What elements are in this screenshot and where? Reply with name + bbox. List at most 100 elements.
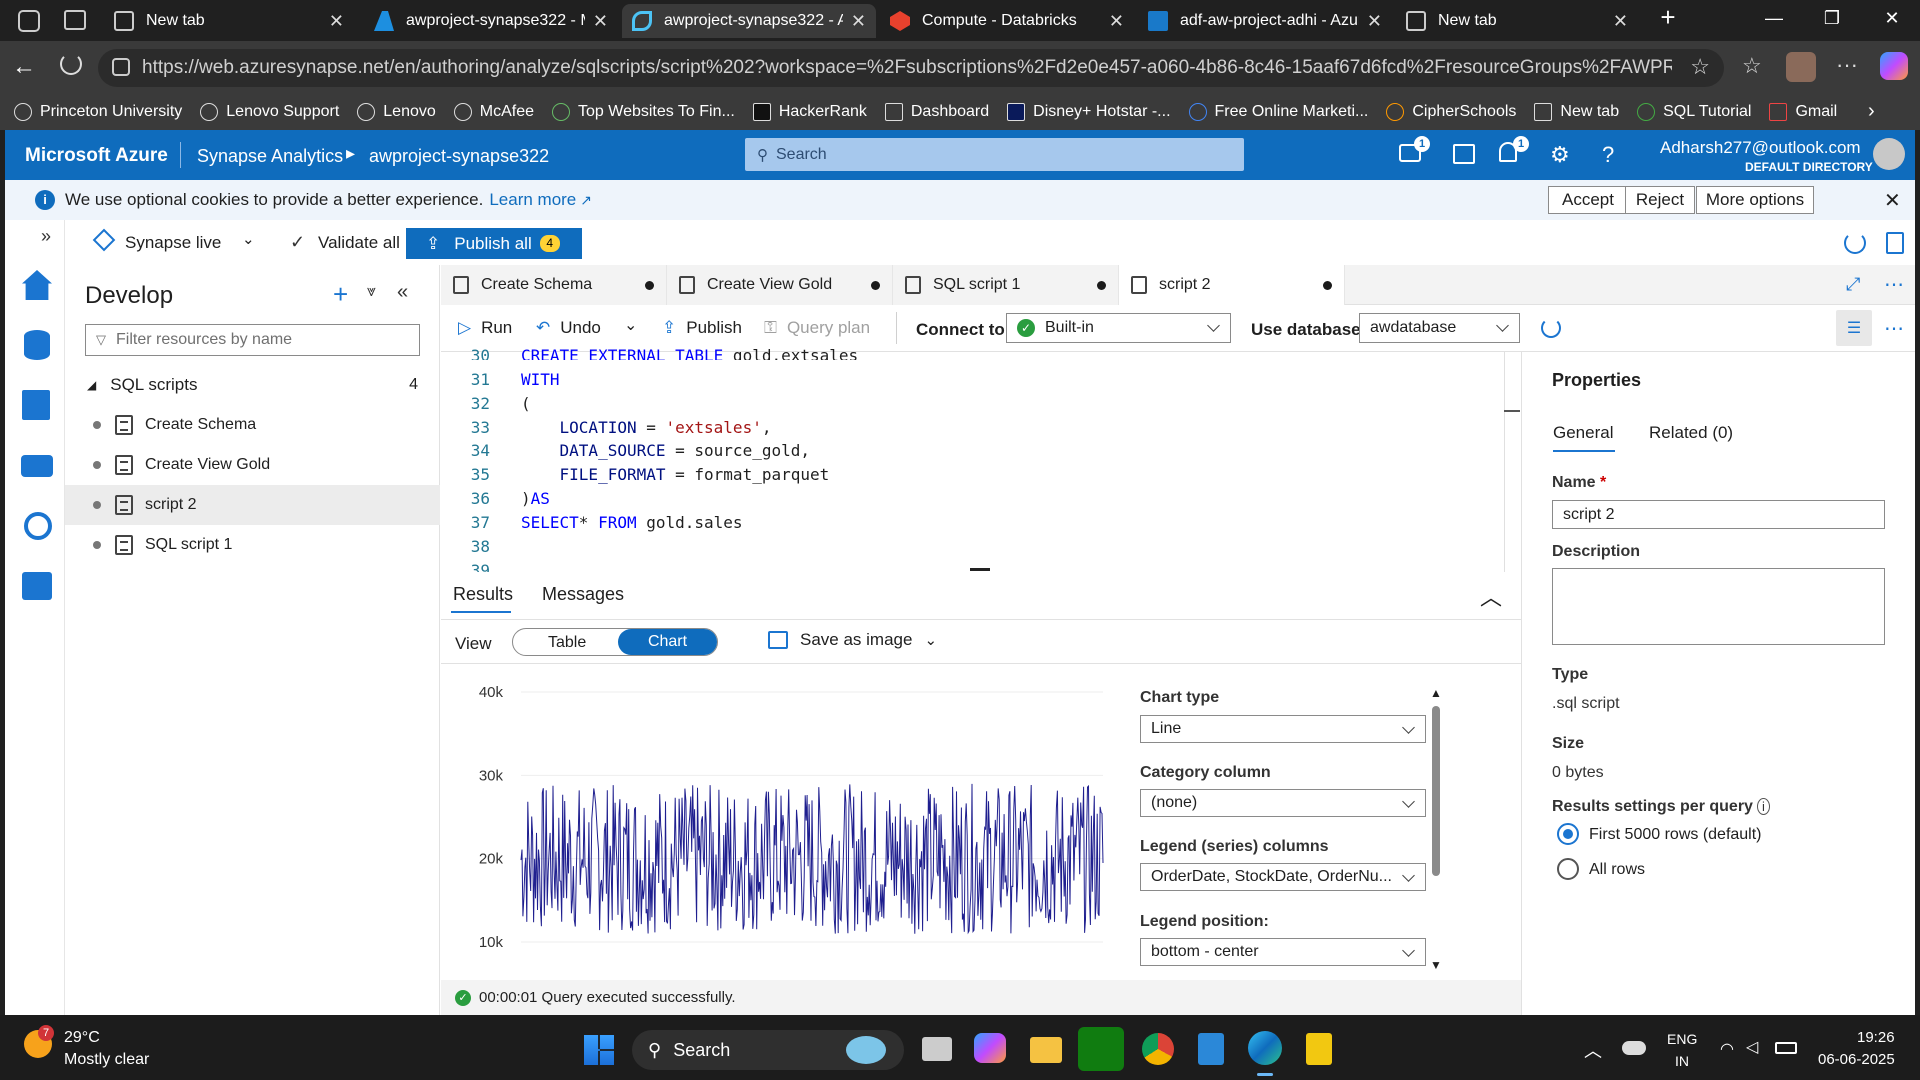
bookmark-item[interactable]: Disney+ Hotstar -...: [1007, 103, 1171, 121]
more-options-button[interactable]: More options: [1696, 186, 1814, 214]
bookmark-item[interactable]: Dashboard: [884, 103, 989, 121]
vertical-tabs-icon[interactable]: [64, 10, 86, 30]
validate-all-button[interactable]: Validate all: [318, 233, 400, 253]
home-icon[interactable]: [22, 270, 52, 300]
name-field[interactable]: script 2: [1552, 500, 1885, 529]
use-database-dropdown[interactable]: awdatabase: [1359, 313, 1520, 343]
chevron-right-icon[interactable]: ›: [1868, 100, 1875, 123]
service-name[interactable]: Synapse Analytics: [197, 146, 343, 167]
tree-item-script[interactable]: SQL script 1: [65, 525, 440, 565]
unsaved-dot[interactable]: [1097, 281, 1106, 290]
data-icon[interactable]: [24, 330, 50, 360]
legend-position-dropdown[interactable]: bottom - center: [1140, 938, 1426, 966]
chevron-down-icon[interactable]: ⌄: [242, 230, 255, 248]
language-in[interactable]: IN: [1675, 1053, 1689, 1069]
close-tab-icon[interactable]: ✕: [593, 11, 608, 32]
close-tab-icon[interactable]: ✕: [329, 11, 344, 32]
tree-item-script[interactable]: Create Schema: [65, 405, 440, 445]
bookmark-item[interactable]: Free Online Marketi...: [1188, 103, 1368, 121]
browser-tab[interactable]: New tab ✕: [1396, 4, 1638, 38]
url-field[interactable]: https://web.azuresynapse.net/en/authorin…: [98, 49, 1724, 87]
edge-icon[interactable]: [1248, 1031, 1282, 1065]
bookmark-item[interactable]: Top Websites To Fin...: [552, 103, 735, 121]
favorite-star-icon[interactable]: ☆: [1690, 54, 1710, 80]
file-explorer-icon[interactable]: [1030, 1037, 1062, 1063]
connect-to-dropdown[interactable]: ✓ Built-in: [1006, 313, 1231, 343]
undo-dropdown-icon[interactable]: ⌄: [624, 315, 637, 335]
maximize-icon[interactable]: ⤢: [1846, 274, 1860, 295]
tab-related[interactable]: Related (0): [1649, 423, 1733, 443]
tree-item-script[interactable]: Create View Gold: [65, 445, 440, 485]
start-button-icon[interactable]: [584, 1035, 614, 1065]
workspace-name[interactable]: awproject-synapse322: [369, 146, 549, 167]
scroll-thumb[interactable]: [1504, 410, 1520, 412]
copilot-icon[interactable]: [1880, 52, 1908, 80]
learn-more-link[interactable]: Learn more: [489, 190, 576, 210]
browser-tab-active[interactable]: awproject-synapse322 - Az ✕: [622, 4, 876, 38]
unsaved-dot[interactable]: [1323, 281, 1332, 290]
user-avatar[interactable]: [1873, 138, 1905, 170]
unsaved-dot[interactable]: [645, 281, 654, 290]
messages-tab[interactable]: Messages: [542, 584, 624, 605]
language-eng[interactable]: ENG: [1667, 1031, 1697, 1047]
editor-tab[interactable]: Create View Gold: [667, 265, 893, 305]
user-email[interactable]: Adharsh277@outlook.com: [1660, 138, 1861, 158]
settings-scroll-down-icon[interactable]: ▼: [1430, 958, 1442, 972]
refresh-icon[interactable]: [1844, 232, 1866, 254]
run-button[interactable]: ▷ Run: [458, 318, 512, 338]
legend-columns-dropdown[interactable]: OrderDate, StockDate, OrderNu...: [1140, 863, 1426, 891]
chart-type-dropdown[interactable]: Line: [1140, 715, 1426, 743]
profile-avatar[interactable]: [1786, 52, 1816, 82]
new-tab-button[interactable]: +: [1648, 2, 1688, 33]
integrate-icon[interactable]: [21, 455, 53, 477]
refresh-db-icon[interactable]: [1541, 318, 1561, 338]
browser-tab[interactable]: adf-aw-project-adhi - Azur ✕: [1138, 4, 1392, 38]
splitter-handle[interactable]: [970, 568, 990, 571]
browser-tab[interactable]: awproject-synapse322 - M ✕: [364, 4, 618, 38]
weather-text[interactable]: Mostly clear: [64, 1051, 149, 1069]
bookmark-item[interactable]: McAfee: [453, 103, 534, 121]
add-icon[interactable]: +: [333, 279, 348, 310]
filter-input[interactable]: ▽ Filter resources by name: [85, 324, 420, 356]
description-field[interactable]: [1552, 568, 1885, 645]
bookmark-item[interactable]: HackerRank: [752, 103, 867, 121]
taskbar-search[interactable]: ⚲ Search: [632, 1030, 904, 1070]
notepad-icon[interactable]: [1198, 1033, 1224, 1065]
develop-icon[interactable]: [22, 390, 50, 420]
mode-selector[interactable]: Synapse live: [125, 233, 221, 253]
category-column-dropdown[interactable]: (none): [1140, 789, 1426, 817]
bookmark-item[interactable]: Princeton University: [14, 103, 182, 121]
minimize-button[interactable]: —: [1754, 8, 1794, 29]
onedrive-icon[interactable]: [1622, 1041, 1646, 1055]
task-view-icon[interactable]: [922, 1037, 952, 1061]
directory-switch-icon[interactable]: [1453, 144, 1475, 164]
radio-first-5000-label[interactable]: First 5000 rows (default): [1589, 826, 1762, 844]
radio-all-rows[interactable]: [1557, 858, 1579, 880]
back-icon[interactable]: ←: [12, 53, 36, 81]
close-banner-icon[interactable]: ✕: [1884, 188, 1901, 213]
volume-icon[interactable]: ◁: [1746, 1037, 1758, 1057]
site-info-icon[interactable]: [112, 58, 130, 76]
bookmark-item[interactable]: Lenovo: [357, 103, 436, 121]
tab-general[interactable]: General: [1553, 423, 1613, 443]
more-tabs-icon[interactable]: ⋯: [1884, 272, 1904, 297]
temperature[interactable]: 29°C: [64, 1029, 100, 1047]
workspaces-icon[interactable]: [18, 10, 40, 32]
browser-tab[interactable]: Compute - Databricks ✕: [880, 4, 1134, 38]
monitor-icon[interactable]: [24, 512, 52, 540]
tree-item-script-selected[interactable]: script 2: [65, 485, 440, 525]
close-window-button[interactable]: ✕: [1872, 8, 1912, 29]
search-input[interactable]: ⚲ Search: [745, 138, 1244, 171]
editor-scrollbar[interactable]: [1504, 352, 1505, 572]
collapse-all-icon[interactable]: ⩔: [367, 283, 376, 301]
bookmark-item[interactable]: Lenovo Support: [200, 103, 339, 121]
view-table-option[interactable]: Table: [548, 634, 586, 652]
clock-date[interactable]: 06-06-2025: [1818, 1051, 1895, 1068]
settings-scroll-up-icon[interactable]: ▲: [1430, 686, 1442, 700]
properties-toggle-icon[interactable]: ☰: [1836, 310, 1872, 346]
settings-gear-icon[interactable]: ⚙: [1550, 142, 1570, 168]
reject-button[interactable]: Reject: [1625, 186, 1695, 214]
wifi-icon[interactable]: ◠: [1720, 1039, 1734, 1059]
refresh-icon[interactable]: [60, 53, 82, 75]
manage-icon[interactable]: [22, 572, 52, 600]
